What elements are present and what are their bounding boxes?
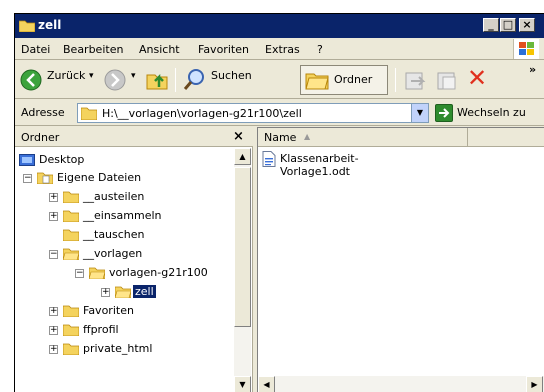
address-bar: Adresse H:\__vorlagen\vorlagen-g21r100\z… bbox=[15, 100, 544, 126]
collapse-icon[interactable]: − bbox=[23, 174, 32, 183]
maximize-button[interactable]: □ bbox=[500, 18, 516, 32]
address-dropdown-icon[interactable]: ▼ bbox=[411, 104, 428, 122]
tree-item-label: ffprofil bbox=[83, 323, 119, 336]
tree-item-label: Favoriten bbox=[83, 304, 134, 317]
tree-item-label: Eigene Dateien bbox=[57, 171, 142, 184]
sort-ascending-icon: ▲ bbox=[304, 132, 311, 141]
collapse-icon[interactable]: − bbox=[75, 269, 84, 278]
toolbar-separator bbox=[175, 68, 176, 92]
tree-item-label: zell bbox=[133, 285, 156, 298]
forward-dropdown-icon[interactable]: ▾ bbox=[131, 71, 136, 81]
explorer-window: zell _ □ × Datei Bearbeiten Ansicht Favo… bbox=[14, 13, 544, 392]
menu-bar: Datei Bearbeiten Ansicht Favoriten Extra… bbox=[15, 38, 544, 60]
toolbar-separator bbox=[395, 68, 396, 92]
expand-icon[interactable]: + bbox=[49, 193, 58, 202]
folder-icon bbox=[63, 191, 79, 203]
expand-icon[interactable]: + bbox=[49, 307, 58, 316]
folder-pane-close-button[interactable]: × bbox=[233, 129, 244, 144]
move-to-icon[interactable] bbox=[403, 65, 427, 95]
my-documents-icon bbox=[37, 172, 53, 184]
tree-item-label: __austeilen bbox=[83, 190, 145, 203]
copy-to-icon[interactable] bbox=[435, 65, 459, 95]
folders-button-label: Ordner bbox=[334, 73, 373, 86]
scroll-up-icon[interactable]: ▲ bbox=[234, 148, 251, 165]
scroll-down-icon[interactable]: ▼ bbox=[234, 376, 251, 392]
menu-ansicht[interactable]: Ansicht bbox=[139, 43, 180, 56]
folders-button[interactable]: Ordner bbox=[300, 65, 388, 95]
back-dropdown-icon[interactable]: ▾ bbox=[89, 71, 94, 81]
tree-item-label: Desktop bbox=[39, 153, 85, 166]
collapse-icon[interactable]: − bbox=[49, 250, 58, 259]
folder-icon bbox=[63, 324, 79, 336]
menu-extras[interactable]: Extras bbox=[265, 43, 300, 56]
menu-bearbeiten[interactable]: Bearbeiten bbox=[63, 43, 123, 56]
tree-item-label: __vorlagen bbox=[83, 247, 143, 260]
file-list-pane: Name ▲ Klassenarbeit-Vorlage1.odt ◀ ▶ bbox=[257, 127, 544, 392]
odt-document-icon bbox=[262, 151, 276, 167]
file-name: Klassenarbeit-Vorlage1.odt bbox=[280, 152, 359, 178]
folder-icon bbox=[63, 343, 79, 355]
window-title: zell bbox=[38, 18, 62, 32]
column-header-name[interactable]: Name ▲ bbox=[258, 128, 468, 147]
back-button-label[interactable]: Zurück bbox=[47, 69, 85, 82]
folder-pane-scrollbar[interactable]: ▲ ▼ bbox=[234, 148, 251, 392]
folders-icon bbox=[305, 73, 329, 90]
expand-icon[interactable]: + bbox=[49, 345, 58, 354]
title-bar[interactable]: zell _ □ × bbox=[15, 14, 544, 38]
tree-item-label: __tauschen bbox=[83, 228, 145, 241]
windows-logo-icon bbox=[513, 39, 539, 59]
open-folder-icon bbox=[89, 267, 105, 279]
expand-icon[interactable]: + bbox=[49, 326, 58, 335]
back-arrow-icon[interactable] bbox=[19, 65, 43, 95]
expand-icon[interactable]: + bbox=[49, 212, 58, 221]
folder-icon bbox=[81, 107, 97, 120]
close-button[interactable]: × bbox=[519, 18, 535, 32]
address-input[interactable]: H:\__vorlagen\vorlagen-g21r100\zell ▼ bbox=[77, 103, 429, 123]
toolbar: Zurück ▾ ▾ Suchen Ordner ✕ » bbox=[15, 61, 544, 99]
toolbar-overflow-icon[interactable]: » bbox=[529, 63, 536, 76]
tree-item-label: __einsammeln bbox=[83, 209, 162, 222]
desktop-icon bbox=[19, 154, 35, 166]
folder-pane-title: Ordner bbox=[21, 131, 60, 144]
column-name-label: Name bbox=[264, 131, 297, 144]
folder-icon bbox=[63, 229, 79, 241]
address-value: H:\__vorlagen\vorlagen-g21r100\zell bbox=[102, 107, 302, 120]
menu-favoriten[interactable]: Favoriten bbox=[198, 43, 249, 56]
folder-icon bbox=[63, 210, 79, 222]
folder-icon bbox=[63, 305, 79, 317]
tree-item-label: private_html bbox=[83, 342, 153, 355]
delete-icon[interactable]: ✕ bbox=[467, 64, 487, 92]
tree-item-label: vorlagen-g21r100 bbox=[109, 266, 208, 279]
go-button-label[interactable]: Wechseln zu bbox=[457, 106, 526, 119]
go-arrow-icon[interactable] bbox=[435, 104, 453, 122]
scroll-left-icon[interactable]: ◀ bbox=[258, 376, 275, 392]
search-button-label[interactable]: Suchen bbox=[211, 69, 252, 82]
folder-up-icon[interactable] bbox=[145, 65, 169, 95]
column-header-row: Name ▲ bbox=[258, 128, 544, 147]
expand-icon[interactable]: + bbox=[101, 288, 110, 297]
open-folder-icon bbox=[115, 286, 131, 298]
folder-pane: Ordner × Desktop − Eigene Dateien + __au… bbox=[15, 127, 253, 392]
scroll-right-icon[interactable]: ▶ bbox=[526, 376, 543, 392]
folder-icon bbox=[19, 20, 35, 32]
address-label: Adresse bbox=[21, 106, 65, 119]
folder-pane-header: Ordner × bbox=[15, 127, 253, 147]
menu-datei[interactable]: Datei bbox=[21, 43, 50, 56]
file-pane-scrollbar[interactable]: ◀ ▶ bbox=[258, 376, 544, 392]
scrollbar-thumb[interactable] bbox=[234, 167, 251, 327]
search-icon[interactable] bbox=[183, 65, 207, 95]
forward-arrow-icon[interactable] bbox=[103, 65, 127, 95]
minimize-button[interactable]: _ bbox=[483, 18, 499, 32]
open-folder-icon bbox=[63, 248, 79, 260]
menu-help[interactable]: ? bbox=[317, 43, 323, 56]
